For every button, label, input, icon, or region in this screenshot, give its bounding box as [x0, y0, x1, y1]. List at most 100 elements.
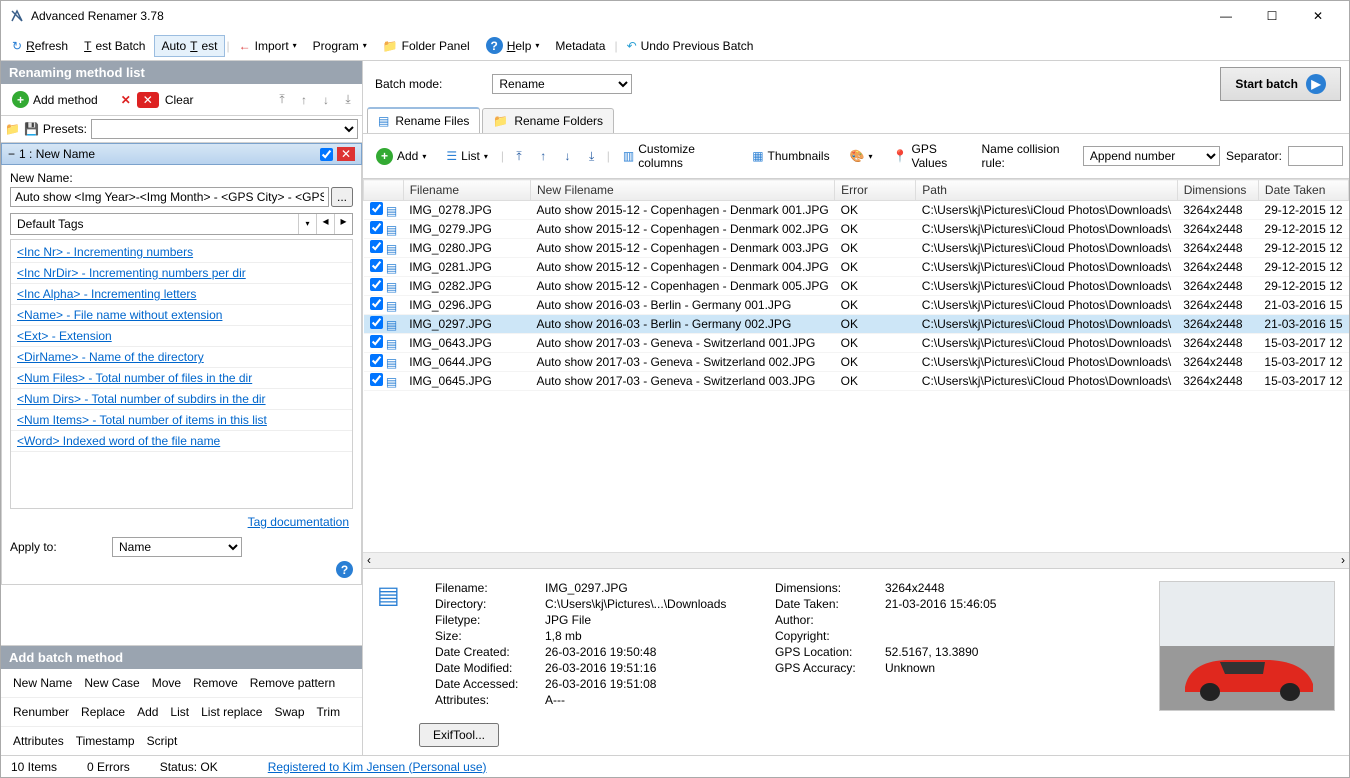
batch-method-remove-pattern[interactable]: Remove pattern: [244, 673, 341, 693]
column-header[interactable]: Error: [835, 180, 916, 201]
tag-link[interactable]: <Inc Nr> - Incrementing numbers: [11, 242, 352, 263]
help-button[interactable]: ?Help▾: [479, 33, 547, 58]
batch-method-trim[interactable]: Trim: [311, 702, 347, 722]
program-button[interactable]: Program▾: [306, 35, 374, 57]
minimize-button[interactable]: —: [1203, 1, 1249, 31]
row-checkbox[interactable]: [370, 335, 383, 348]
auto-test-button[interactable]: Auto Test: [154, 35, 224, 57]
grid-up-icon[interactable]: ↑: [534, 149, 552, 163]
color-button[interactable]: 🎨▾: [843, 145, 880, 167]
tag-documentation-link[interactable]: Tag documentation: [248, 515, 349, 529]
batch-mode-select[interactable]: Rename: [492, 74, 632, 94]
row-checkbox[interactable]: [370, 221, 383, 234]
row-checkbox[interactable]: [370, 373, 383, 386]
batch-method-move[interactable]: Move: [146, 673, 187, 693]
test-batch-button[interactable]: Test Batch: [77, 35, 152, 57]
maximize-button[interactable]: ☐: [1249, 1, 1295, 31]
batch-method-add[interactable]: Add: [131, 702, 164, 722]
column-header[interactable]: New Filename: [530, 180, 834, 201]
row-checkbox[interactable]: [370, 278, 383, 291]
table-row[interactable]: ▤IMG_0278.JPGAuto show 2015-12 - Copenha…: [364, 201, 1349, 220]
table-row[interactable]: ▤IMG_0297.JPGAuto show 2016-03 - Berlin …: [364, 315, 1349, 334]
new-name-more-button[interactable]: ...: [331, 187, 353, 207]
open-preset-icon[interactable]: 📁: [5, 122, 20, 136]
import-button[interactable]: ←Import▾: [232, 35, 304, 57]
row-checkbox[interactable]: [370, 202, 383, 215]
grid-top-icon[interactable]: ⤒: [510, 149, 528, 164]
tags-next-icon[interactable]: ▸: [334, 214, 352, 234]
grid-bottom-icon[interactable]: ⤓: [583, 149, 601, 164]
default-tags-select[interactable]: Default Tags: [11, 214, 298, 234]
metadata-button[interactable]: Metadata: [548, 35, 612, 57]
batch-method-remove[interactable]: Remove: [187, 673, 244, 693]
exiftool-button[interactable]: ExifTool...: [419, 723, 499, 747]
table-row[interactable]: ▤IMG_0281.JPGAuto show 2015-12 - Copenha…: [364, 258, 1349, 277]
tag-link[interactable]: <Num Items> - Total number of items in t…: [11, 410, 352, 431]
grid-list-button[interactable]: ☰List▾: [439, 145, 494, 167]
tag-link[interactable]: <Inc Alpha> - Incrementing letters: [11, 284, 352, 305]
row-checkbox[interactable]: [370, 354, 383, 367]
method-enabled-checkbox[interactable]: [320, 148, 333, 161]
registration-link[interactable]: Registered to Kim Jensen (Personal use): [268, 760, 487, 774]
batch-method-attributes[interactable]: Attributes: [7, 731, 70, 751]
batch-method-list[interactable]: List: [164, 702, 195, 722]
refresh-button[interactable]: ↻RRefreshefresh: [5, 35, 75, 57]
column-header[interactable]: Dimensions: [1177, 180, 1258, 201]
method-close-icon[interactable]: ✕: [337, 147, 355, 161]
batch-method-renumber[interactable]: Renumber: [7, 702, 75, 722]
tab-rename-files[interactable]: ▤Rename Files: [367, 107, 480, 133]
batch-method-new-name[interactable]: New Name: [7, 673, 78, 693]
clear-button[interactable]: ✕: [137, 92, 159, 108]
batch-method-swap[interactable]: Swap: [268, 702, 310, 722]
tag-link[interactable]: <Inc NrDir> - Incrementing numbers per d…: [11, 263, 352, 284]
row-checkbox[interactable]: [370, 316, 383, 329]
new-name-input[interactable]: [10, 187, 329, 207]
table-row[interactable]: ▤IMG_0644.JPGAuto show 2017-03 - Geneva …: [364, 353, 1349, 372]
tag-link[interactable]: <Num Files> - Total number of files in t…: [11, 368, 352, 389]
apply-to-select[interactable]: Name: [112, 537, 242, 557]
method-header[interactable]: − 1 : New Name ✕: [1, 143, 362, 165]
move-bottom-icon[interactable]: ⤓: [338, 92, 358, 107]
move-top-icon[interactable]: ⤒: [272, 92, 292, 107]
gps-values-button[interactable]: 📍GPS Values: [886, 138, 976, 174]
tag-link[interactable]: <Word> Indexed word of the file name: [11, 431, 352, 452]
grid-add-button[interactable]: +Add▾: [369, 144, 433, 169]
tag-link[interactable]: <Name> - File name without extension: [11, 305, 352, 326]
column-header[interactable]: Path: [916, 180, 1177, 201]
table-row[interactable]: ▤IMG_0645.JPGAuto show 2017-03 - Geneva …: [364, 372, 1349, 391]
method-help-icon[interactable]: ?: [336, 561, 353, 578]
row-checkbox[interactable]: [370, 297, 383, 310]
table-row[interactable]: ▤IMG_0279.JPGAuto show 2015-12 - Copenha…: [364, 220, 1349, 239]
tab-rename-folders[interactable]: 📁Rename Folders: [482, 108, 614, 133]
delete-x-icon[interactable]: ✕: [117, 93, 135, 107]
column-header[interactable]: Filename: [403, 180, 530, 201]
undo-button[interactable]: ↶Undo Previous Batch: [620, 35, 761, 57]
tags-prev-icon[interactable]: ◂: [316, 214, 334, 234]
row-checkbox[interactable]: [370, 240, 383, 253]
move-down-icon[interactable]: ↓: [316, 93, 336, 107]
save-preset-icon[interactable]: 💾: [24, 122, 39, 136]
batch-method-script[interactable]: Script: [141, 731, 184, 751]
separator-input[interactable]: [1288, 146, 1343, 166]
customize-columns-button[interactable]: ▥Customize columns: [616, 138, 739, 174]
table-row[interactable]: ▤IMG_0643.JPGAuto show 2017-03 - Geneva …: [364, 334, 1349, 353]
folder-panel-button[interactable]: 📁Folder Panel: [376, 35, 477, 57]
table-row[interactable]: ▤IMG_0296.JPGAuto show 2016-03 - Berlin …: [364, 296, 1349, 315]
batch-method-list-replace[interactable]: List replace: [195, 702, 268, 722]
batch-method-new-case[interactable]: New Case: [78, 673, 145, 693]
collision-select[interactable]: Append number: [1083, 146, 1220, 166]
close-button[interactable]: ✕: [1295, 1, 1341, 31]
tags-dropdown-icon[interactable]: ▾: [298, 214, 316, 234]
move-up-icon[interactable]: ↑: [294, 93, 314, 107]
table-row[interactable]: ▤IMG_0282.JPGAuto show 2015-12 - Copenha…: [364, 277, 1349, 296]
batch-method-timestamp[interactable]: Timestamp: [70, 731, 141, 751]
add-method-button[interactable]: +Add method: [5, 87, 105, 112]
presets-select[interactable]: [91, 119, 358, 139]
start-batch-button[interactable]: Start batch ▶: [1220, 67, 1341, 101]
horizontal-scrollbar[interactable]: ‹›: [363, 552, 1349, 568]
column-header[interactable]: Date Taken: [1258, 180, 1348, 201]
grid-down-icon[interactable]: ↓: [558, 149, 576, 163]
row-checkbox[interactable]: [370, 259, 383, 272]
table-row[interactable]: ▤IMG_0280.JPGAuto show 2015-12 - Copenha…: [364, 239, 1349, 258]
thumbnails-button[interactable]: ▦Thumbnails: [745, 145, 836, 167]
